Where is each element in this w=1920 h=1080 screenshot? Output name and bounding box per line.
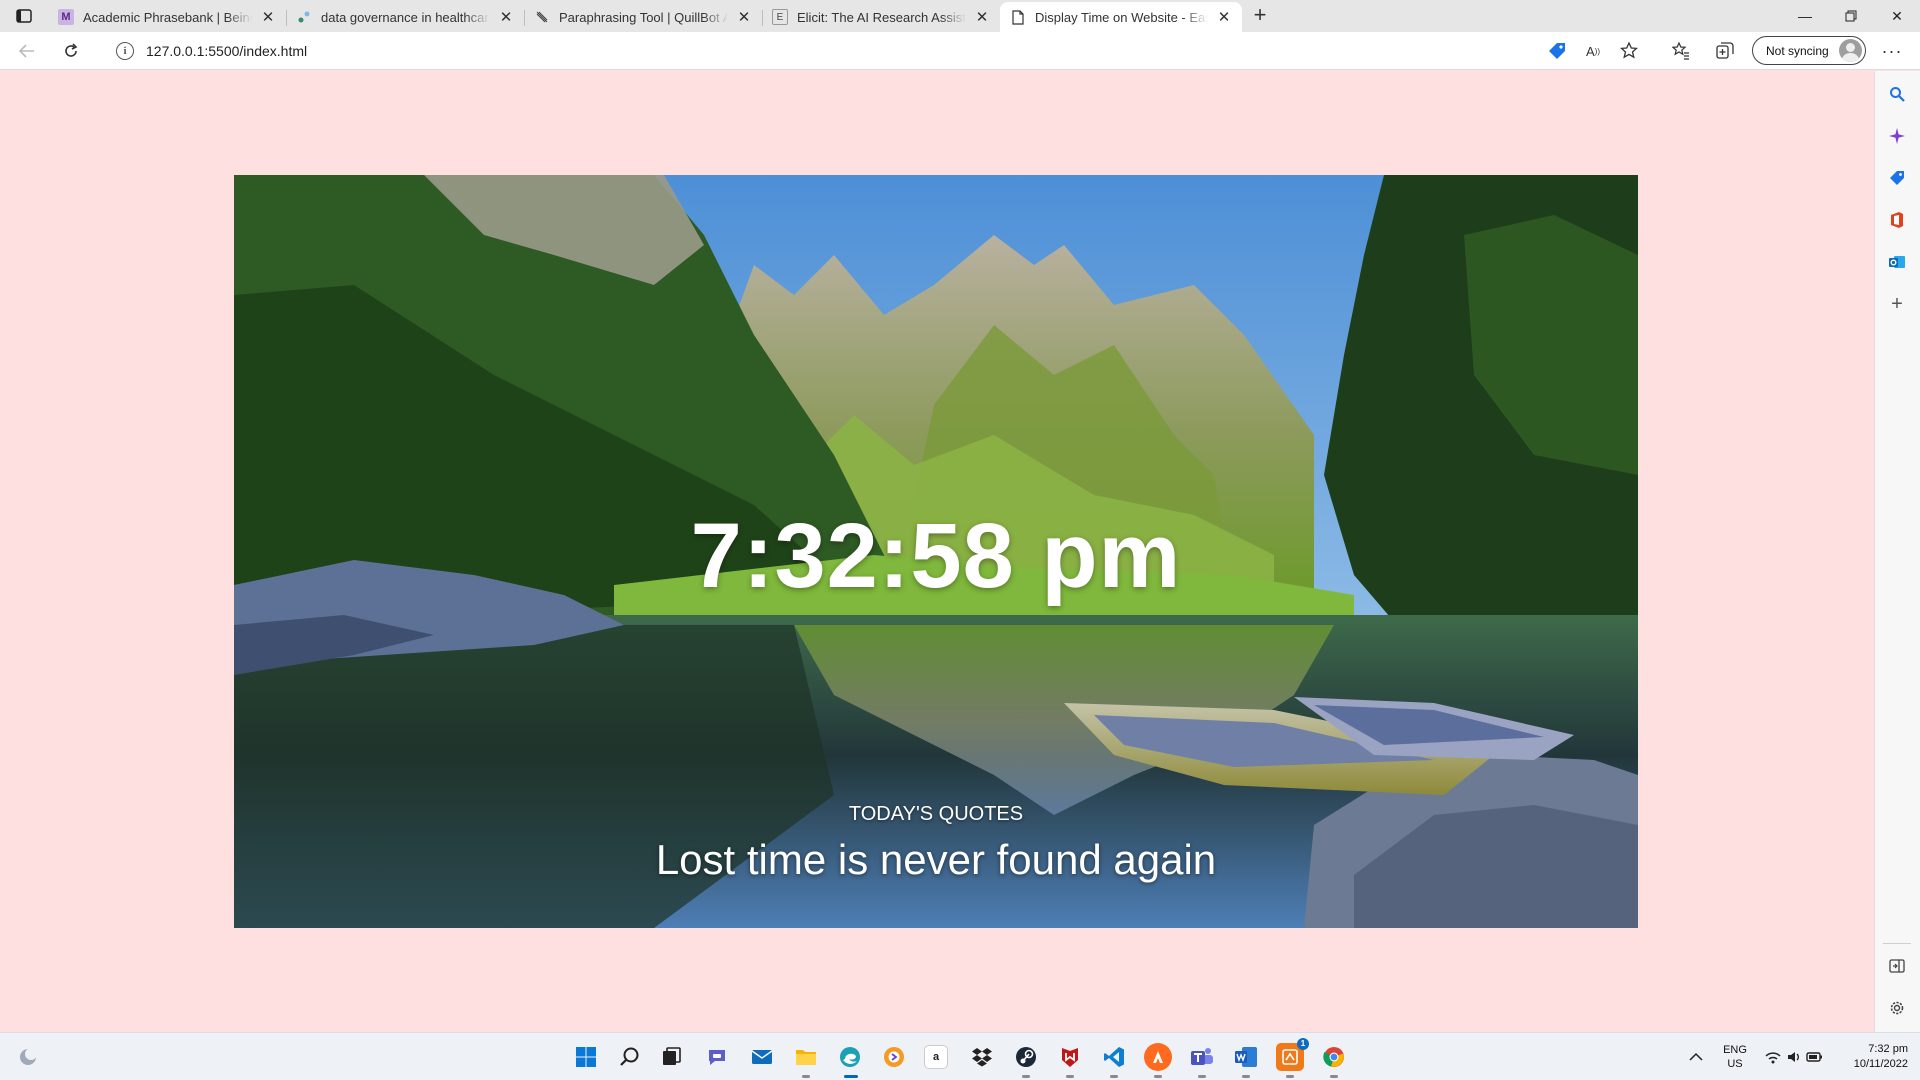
quillbot-feather-icon bbox=[534, 9, 550, 25]
e-letter-icon: E bbox=[772, 9, 788, 25]
outlook-icon[interactable] bbox=[1886, 251, 1908, 273]
shopping-tag-icon[interactable] bbox=[1543, 37, 1571, 65]
sync-status-label: Not syncing bbox=[1766, 43, 1829, 58]
shopping-tag-icon[interactable] bbox=[1886, 167, 1908, 189]
tab-academic-phrasebank[interactable]: M Academic Phrasebank | Being ca ✕ bbox=[48, 2, 287, 32]
vscode-icon[interactable] bbox=[1100, 1043, 1128, 1078]
tab-data-governance[interactable]: data governance in healthcare | ✕ bbox=[286, 2, 525, 32]
favorites-icon[interactable] bbox=[1667, 37, 1695, 65]
page-viewport: 7:32:58 pm TODAY'S QUOTES Lost time is n… bbox=[0, 71, 1874, 1032]
link-favicon bbox=[296, 9, 312, 25]
search-icon[interactable] bbox=[1886, 83, 1908, 105]
new-tab-button[interactable]: + bbox=[1248, 4, 1272, 27]
hide-sidebar-icon[interactable] bbox=[1886, 955, 1908, 977]
tab-display-time[interactable]: Display Time on Website - Easy T ✕ bbox=[1000, 2, 1242, 32]
tab-elicit[interactable]: E Elicit: The AI Research Assistant ✕ bbox=[762, 2, 1000, 32]
tab-title: Paraphrasing Tool | QuillBot AI bbox=[559, 9, 728, 25]
quote-heading: TODAY'S QUOTES bbox=[848, 803, 1024, 825]
weather-widget-icon[interactable] bbox=[14, 1043, 42, 1071]
tab-title: Display Time on Website - Easy T bbox=[1035, 9, 1208, 25]
tab-title: data governance in healthcare | bbox=[321, 9, 490, 25]
word-icon[interactable] bbox=[1232, 1043, 1260, 1078]
office-icon[interactable]: 1 bbox=[1276, 1038, 1309, 1078]
browser-toolbar: i 127.0.0.1:5500/index.html A)) Not sync… bbox=[0, 32, 1920, 70]
chevron-up-icon[interactable] bbox=[1682, 1043, 1710, 1071]
edge-sidebar: + bbox=[1874, 71, 1920, 1032]
clock-display: 7:32:58 pm bbox=[690, 505, 1182, 607]
quote-text: Lost time is never found again bbox=[655, 836, 1217, 883]
tab-strip: M Academic Phrasebank | Being ca ✕ data … bbox=[0, 0, 1920, 32]
add-favorite-icon[interactable] bbox=[1615, 37, 1643, 65]
site-info-icon[interactable]: i bbox=[116, 42, 134, 60]
file-explorer-icon[interactable] bbox=[792, 1043, 820, 1078]
search-icon[interactable] bbox=[616, 1043, 644, 1071]
avast-icon[interactable] bbox=[1144, 1043, 1172, 1078]
tab-actions-icon[interactable] bbox=[10, 6, 38, 26]
task-view-icon[interactable] bbox=[658, 1043, 686, 1071]
add-icon[interactable]: + bbox=[1886, 293, 1908, 315]
opera-icon[interactable] bbox=[880, 1043, 908, 1071]
teams-icon[interactable] bbox=[1188, 1043, 1216, 1078]
hero-landscape-image: 7:32:58 pm TODAY'S QUOTES Lost time is n… bbox=[234, 175, 1638, 928]
tab-title: Academic Phrasebank | Being ca bbox=[83, 9, 252, 25]
avatar bbox=[1839, 39, 1862, 62]
start-icon[interactable] bbox=[572, 1043, 600, 1071]
close-window-button[interactable]: ✕ bbox=[1874, 0, 1920, 32]
tab-title: Elicit: The AI Research Assistant bbox=[797, 9, 966, 25]
refresh-icon[interactable] bbox=[57, 37, 85, 65]
dropbox-icon[interactable] bbox=[968, 1043, 996, 1071]
address-bar[interactable]: i 127.0.0.1:5500/index.html bbox=[104, 36, 1754, 66]
mail-icon[interactable] bbox=[748, 1043, 776, 1071]
url-text: 127.0.0.1:5500/index.html bbox=[146, 43, 308, 59]
keyboard-region: US bbox=[1727, 1058, 1743, 1070]
close-tab-icon[interactable]: ✕ bbox=[734, 7, 754, 27]
read-aloud-icon[interactable]: A)) bbox=[1579, 37, 1607, 65]
chrome-icon[interactable] bbox=[1320, 1043, 1348, 1078]
document-icon bbox=[1010, 9, 1026, 25]
close-tab-icon[interactable]: ✕ bbox=[1214, 7, 1234, 27]
mcafee-icon[interactable] bbox=[1056, 1043, 1084, 1078]
office-icon[interactable] bbox=[1886, 209, 1908, 231]
chat-icon[interactable] bbox=[703, 1043, 731, 1071]
minimize-button[interactable]: — bbox=[1782, 0, 1828, 32]
notification-badge: 1 bbox=[1297, 1038, 1309, 1050]
language-indicator[interactable]: ENG US bbox=[1720, 1033, 1750, 1080]
steam-icon[interactable] bbox=[1012, 1043, 1040, 1078]
clock-time: 7:32 pm bbox=[1868, 1043, 1908, 1055]
collections-icon[interactable] bbox=[1711, 37, 1739, 65]
restore-button[interactable] bbox=[1828, 0, 1874, 32]
windows-taskbar: a 1 ENG US 7:32 pm 10/11/2022 bbox=[0, 1032, 1920, 1080]
sparkle-icon[interactable] bbox=[1886, 125, 1908, 147]
clock-date: 10/11/2022 bbox=[1853, 1058, 1908, 1070]
language-code: ENG bbox=[1723, 1044, 1747, 1056]
gear-icon[interactable] bbox=[1886, 997, 1908, 1019]
profile-sync-button[interactable]: Not syncing bbox=[1752, 36, 1866, 65]
m-letter-icon: M bbox=[58, 9, 74, 25]
back-icon[interactable] bbox=[13, 37, 41, 65]
system-status-icons[interactable] bbox=[1764, 1043, 1824, 1071]
amazon-icon[interactable]: a bbox=[924, 1045, 948, 1069]
close-tab-icon[interactable]: ✕ bbox=[972, 7, 992, 27]
edge-icon[interactable] bbox=[836, 1043, 864, 1078]
more-menu-icon[interactable]: ··· bbox=[1878, 37, 1906, 65]
close-tab-icon[interactable]: ✕ bbox=[258, 7, 278, 27]
close-tab-icon[interactable]: ✕ bbox=[496, 7, 516, 27]
tab-quillbot[interactable]: Paraphrasing Tool | QuillBot AI ✕ bbox=[524, 2, 763, 32]
taskbar-clock[interactable]: 7:32 pm 10/11/2022 bbox=[1838, 1033, 1908, 1080]
